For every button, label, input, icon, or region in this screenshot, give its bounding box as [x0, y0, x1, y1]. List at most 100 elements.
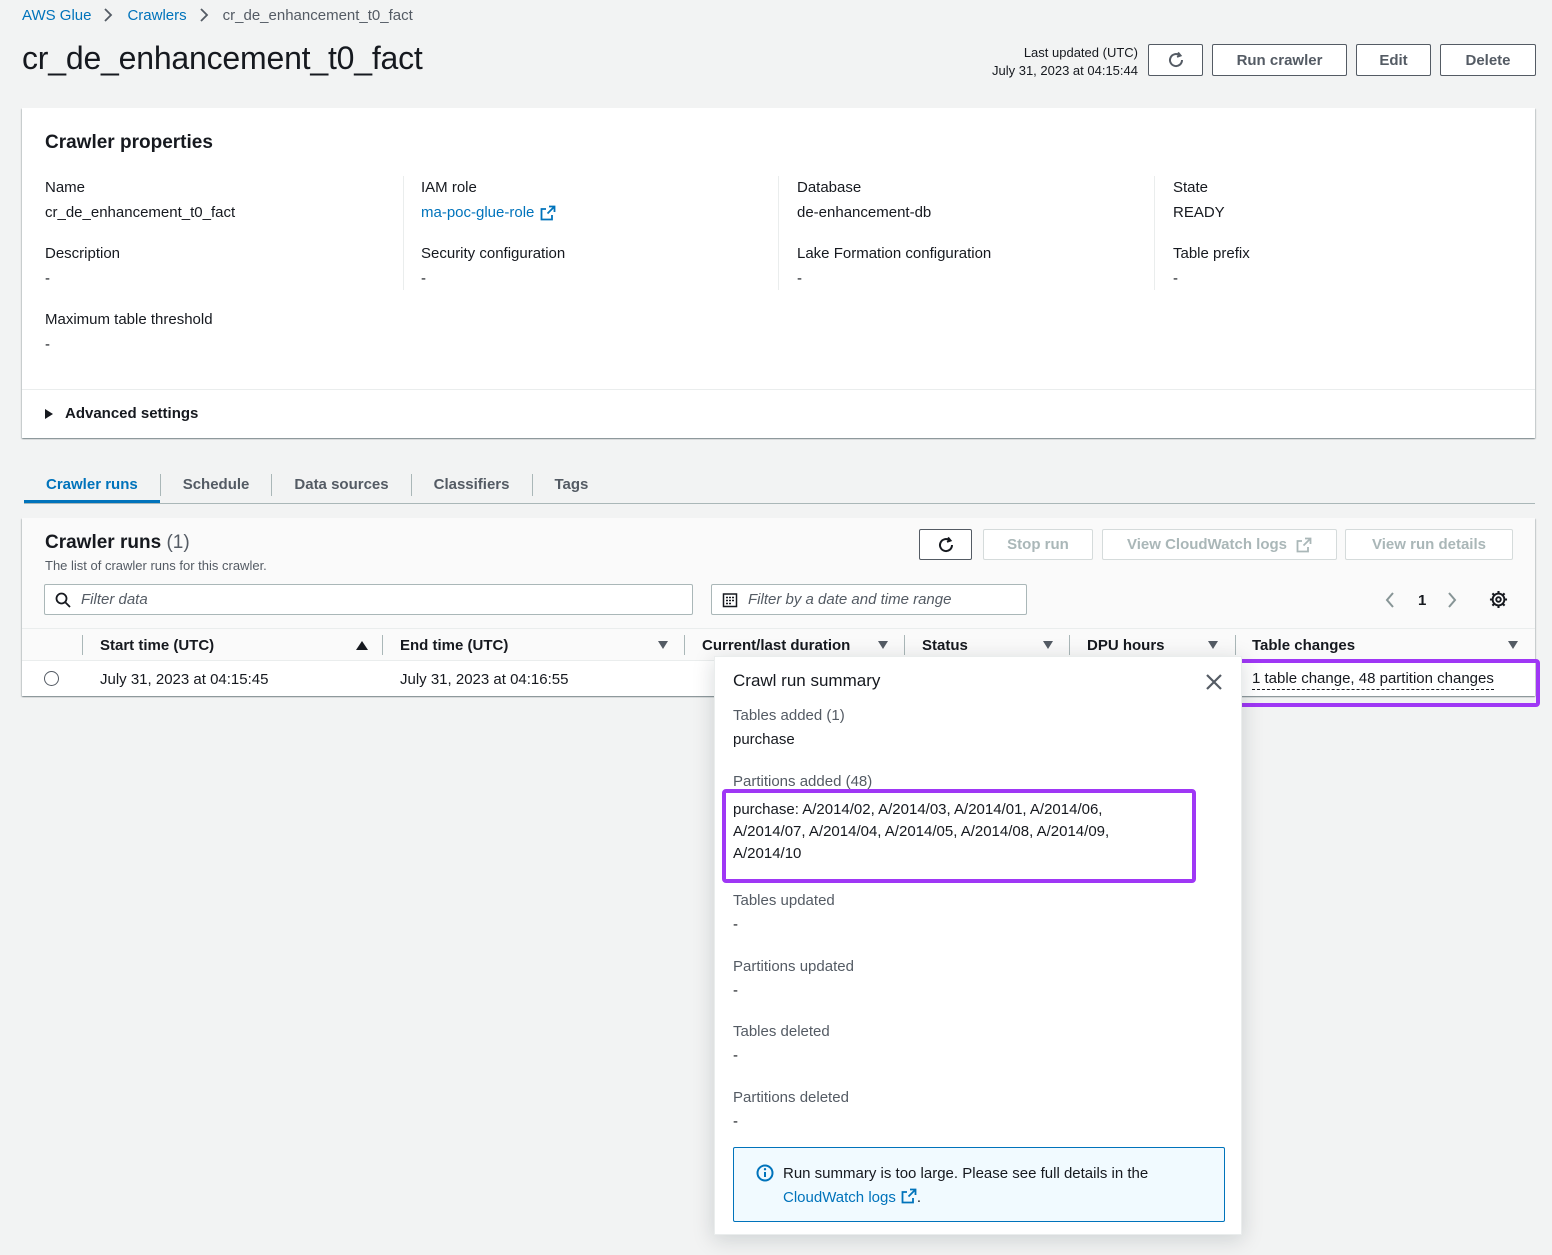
advanced-settings-toggle[interactable]: Advanced settings [45, 405, 198, 422]
state-label: State [1173, 179, 1209, 196]
name-label: Name [45, 179, 86, 196]
partitions-updated-label: Partitions updated [733, 958, 854, 975]
partitions-deleted-value: - [733, 1113, 738, 1130]
sort-ascending-icon [356, 640, 368, 650]
info-icon [756, 1164, 774, 1182]
popover-title: Crawl run summary [733, 671, 881, 690]
delete-button[interactable]: Delete [1440, 44, 1536, 76]
partitions-updated-value: - [733, 982, 738, 999]
panel-title: Crawler properties [45, 132, 213, 153]
cell-start-time: July 31, 2023 at 04:15:45 [100, 670, 269, 688]
column-divider [82, 635, 83, 655]
column-end-time[interactable]: End time (UTC) [400, 629, 668, 661]
tab-tags[interactable]: Tags [533, 466, 611, 503]
partitions-added-label: Partitions added (48) [733, 773, 873, 790]
database-value: de-enhancement-db [797, 204, 932, 221]
tables-deleted-label: Tables deleted [733, 1023, 830, 1040]
tables-updated-value: - [733, 916, 738, 933]
description-label: Description [45, 245, 121, 262]
tab-schedule[interactable]: Schedule [161, 466, 272, 503]
alert-end: . [916, 1189, 922, 1206]
sort-caret-icon [1508, 641, 1518, 649]
stop-run-button[interactable]: Stop run [983, 529, 1093, 560]
lake-formation-value: - [797, 270, 802, 287]
date-range-filter[interactable]: Filter by a date and time range [711, 584, 1027, 615]
iam-role-value[interactable]: ma-poc-glue-role [421, 204, 534, 221]
column-table-changes[interactable]: Table changes [1252, 629, 1518, 661]
last-updated-label: Last updated (UTC) [1023, 45, 1138, 60]
column-status-label: Status [922, 636, 968, 654]
table-prefix-value: - [1173, 270, 1178, 287]
partitions-deleted-label: Partitions deleted [733, 1089, 849, 1106]
external-link-icon [901, 1188, 917, 1204]
refresh-icon [938, 536, 953, 552]
iam-role-link[interactable]: ma-poc-glue-role [421, 204, 556, 221]
column-start-time[interactable]: Start time (UTC) [100, 629, 368, 661]
caret-right-icon [45, 408, 53, 419]
tab-classifiers[interactable]: Classifiers [412, 466, 532, 503]
column-divider [382, 635, 383, 655]
date-range-placeholder: Filter by a date and time range [748, 591, 952, 608]
tables-added-value: purchase [733, 731, 795, 748]
sort-caret-icon [1043, 641, 1053, 649]
runs-count: (1) [166, 532, 190, 553]
alert-text: Run summary is too large. Please see ful… [783, 1162, 1203, 1210]
security-config-value: - [421, 270, 426, 287]
tab-data-sources[interactable]: Data sources [272, 466, 410, 503]
chevron-right-icon[interactable] [1446, 591, 1458, 609]
column-duration-label: Current/last duration [702, 636, 851, 654]
column-divider [1235, 635, 1236, 655]
search-icon [55, 592, 71, 608]
refresh-button[interactable] [1148, 44, 1203, 76]
table-changes-link[interactable]: 1 table change, 48 partition changes [1252, 668, 1494, 690]
name-value: cr_de_enhancement_t0_fact [45, 204, 236, 221]
page-number[interactable]: 1 [1418, 592, 1426, 609]
last-updated-value: July 31, 2023 at 04:15:44 [991, 63, 1138, 78]
filter-data-input[interactable]: Filter data [44, 584, 693, 615]
table-prefix-label: Table prefix [1173, 245, 1250, 262]
settings-gear-icon[interactable] [1489, 590, 1508, 609]
info-alert: Run summary is too large. Please see ful… [733, 1147, 1225, 1222]
runs-refresh-button[interactable] [919, 529, 972, 560]
external-link-icon [1296, 537, 1312, 552]
page-title: cr_de_enhancement_t0_fact [22, 40, 423, 76]
tables-deleted-value: - [733, 1047, 738, 1064]
column-end-time-label: End time (UTC) [400, 636, 509, 654]
runs-description: The list of crawler runs for this crawle… [45, 558, 267, 573]
tab-bar: Crawler runs Schedule Data sources Class… [24, 466, 610, 503]
chevron-right-icon [104, 8, 113, 22]
breadcrumb-aws-glue[interactable]: AWS Glue [22, 7, 91, 24]
column-dpu-hours-label: DPU hours [1087, 636, 1165, 654]
runs-title: Crawler runs (1) [45, 532, 190, 554]
runs-title-text: Crawler runs [45, 532, 162, 553]
alert-message: Run summary is too large. Please see ful… [783, 1165, 1149, 1182]
refresh-icon [1168, 51, 1183, 68]
edit-button[interactable]: Edit [1356, 44, 1431, 76]
view-run-details-button[interactable]: View run details [1345, 529, 1513, 560]
column-table-changes-label: Table changes [1252, 636, 1356, 654]
column-start-time-label: Start time (UTC) [100, 636, 215, 654]
row-radio[interactable] [44, 671, 59, 686]
column-divider [1069, 635, 1070, 655]
tables-added-label: Tables added (1) [733, 707, 845, 724]
tables-updated-label: Tables updated [733, 892, 835, 909]
crawler-properties-panel: Crawler properties Name cr_de_enhancemen… [22, 108, 1535, 438]
panel-divider [22, 389, 1535, 390]
security-config-label: Security configuration [421, 245, 566, 262]
close-icon[interactable] [1205, 673, 1223, 691]
tab-crawler-runs[interactable]: Crawler runs [24, 466, 160, 503]
chevron-left-icon[interactable] [1384, 591, 1396, 609]
breadcrumb-current: cr_de_enhancement_t0_fact [222, 6, 413, 24]
column-divider [904, 635, 905, 655]
breadcrumb-crawlers[interactable]: Crawlers [127, 7, 186, 24]
column-divider [403, 176, 404, 290]
view-cloudwatch-logs-button[interactable]: View CloudWatch logs [1102, 529, 1337, 560]
description-value: - [45, 270, 50, 287]
database-label: Database [797, 179, 862, 196]
run-crawler-button[interactable]: Run crawler [1212, 44, 1347, 76]
chevron-right-icon [200, 8, 208, 22]
cloudwatch-logs-link[interactable]: CloudWatch logs [783, 1189, 896, 1206]
view-cloudwatch-logs-label: View CloudWatch logs [1126, 536, 1287, 553]
max-table-threshold-label: Maximum table threshold [45, 311, 213, 328]
state-value: READY [1173, 204, 1225, 221]
